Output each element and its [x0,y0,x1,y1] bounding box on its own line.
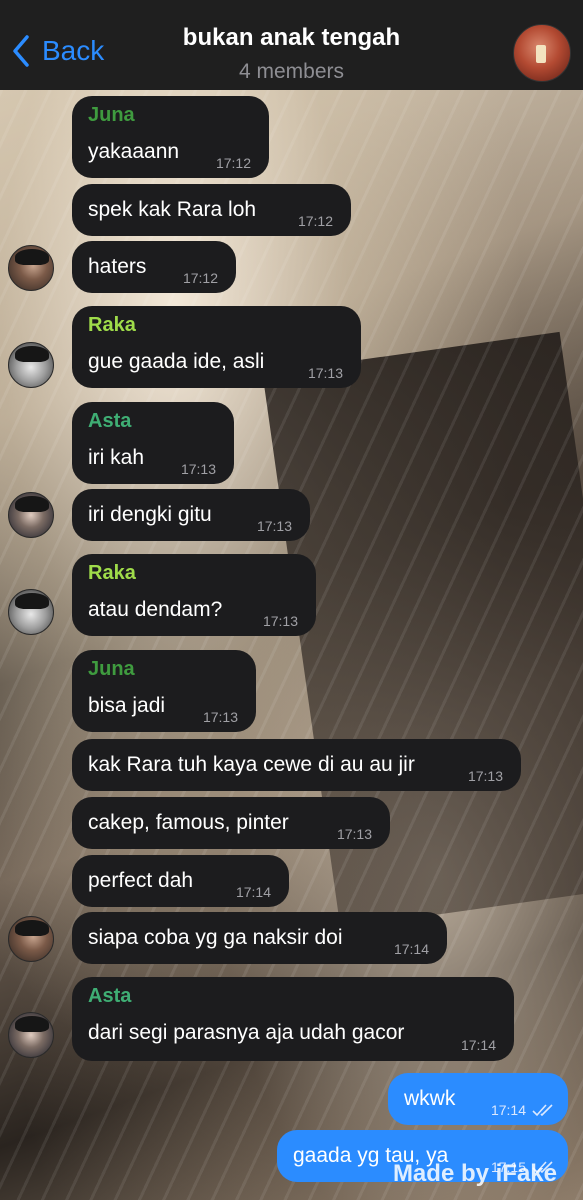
sender-name: Raka [88,314,136,336]
message-time: 17:12 [182,270,218,286]
message-bubble[interactable]: kak Rara tuh kaya cewe di au au jir 17:1… [72,739,521,791]
double-check-icon [532,1104,553,1117]
message-time: 17:13 [256,518,292,534]
chat-title[interactable]: bukan anak tengah [0,24,583,52]
message-time: 17:14 [490,1102,526,1118]
avatar-juna[interactable] [8,916,54,962]
message-bubble[interactable]: Juna yakaaann 17:12 [72,96,269,178]
message-time: 17:13 [336,826,372,842]
message-text: iri dengki gitu [88,503,212,526]
message-text: dari segi parasnya aja udah gacor [88,1021,405,1044]
avatar-raka[interactable] [8,342,54,388]
outgoing-message-bubble[interactable]: wkwk 17:14 [388,1073,568,1125]
message-time: 17:13 [262,613,298,629]
message-time: 17:13 [180,461,216,477]
avatar-asta[interactable] [8,492,54,538]
message-text: yakaaann [88,140,180,163]
avatar-asta[interactable] [8,1012,54,1058]
message-text: atau dendam? [88,598,223,621]
message-text: bisa jadi [88,694,166,717]
message-bubble[interactable]: siapa coba yg ga naksir doi 17:14 [72,912,447,964]
sender-name: Raka [88,562,136,584]
message-time: 17:14 [460,1037,496,1053]
sender-name: Juna [88,104,135,126]
sender-name: Juna [88,658,135,680]
avatar-juna[interactable] [8,245,54,291]
message-text: spek kak Rara loh [88,198,257,221]
message-bubble[interactable]: Asta iri kah 17:13 [72,402,234,484]
message-text: siapa coba yg ga naksir doi [88,926,343,949]
message-time: 17:12 [215,155,251,171]
door-icon [536,45,546,63]
message-bubble[interactable]: perfect dah 17:14 [72,855,289,907]
sender-name: Asta [88,410,132,432]
message-time: 17:13 [307,365,343,381]
message-time: 17:13 [467,768,503,784]
message-time: 17:14 [235,884,271,900]
message-bubble[interactable]: Asta dari segi parasnya aja udah gacor 1… [72,977,514,1061]
message-bubble[interactable]: iri dengki gitu 17:13 [72,489,310,541]
sender-name: Asta [88,985,132,1007]
message-text: cakep, famous, pinter [88,811,289,834]
message-text: iri kah [88,446,145,469]
message-bubble[interactable]: spek kak Rara loh 17:12 [72,184,351,236]
message-bubble[interactable]: Raka gue gaada ide, asli 17:13 [72,306,361,388]
message-text: perfect dah [88,869,194,892]
message-bubble[interactable]: Juna bisa jadi 17:13 [72,650,256,732]
message-bubble[interactable]: haters 17:12 [72,241,236,293]
watermark: Made by iFake [392,1160,557,1187]
message-text: kak Rara tuh kaya cewe di au au jir [88,753,415,776]
message-text: haters [88,255,147,278]
message-bubble[interactable]: Raka atau dendam? 17:13 [72,554,316,636]
message-time: 17:12 [297,213,333,229]
message-bubble[interactable]: cakep, famous, pinter 17:13 [72,797,390,849]
message-text: gue gaada ide, asli [88,350,265,373]
message-text: wkwk [404,1087,456,1110]
group-avatar[interactable] [513,24,571,82]
member-count: 4 members [238,60,345,83]
message-time: 17:13 [202,709,238,725]
chat-header: Back bukan anak tengah 4 members [0,0,583,90]
message-time: 17:14 [393,941,429,957]
avatar-raka[interactable] [8,589,54,635]
